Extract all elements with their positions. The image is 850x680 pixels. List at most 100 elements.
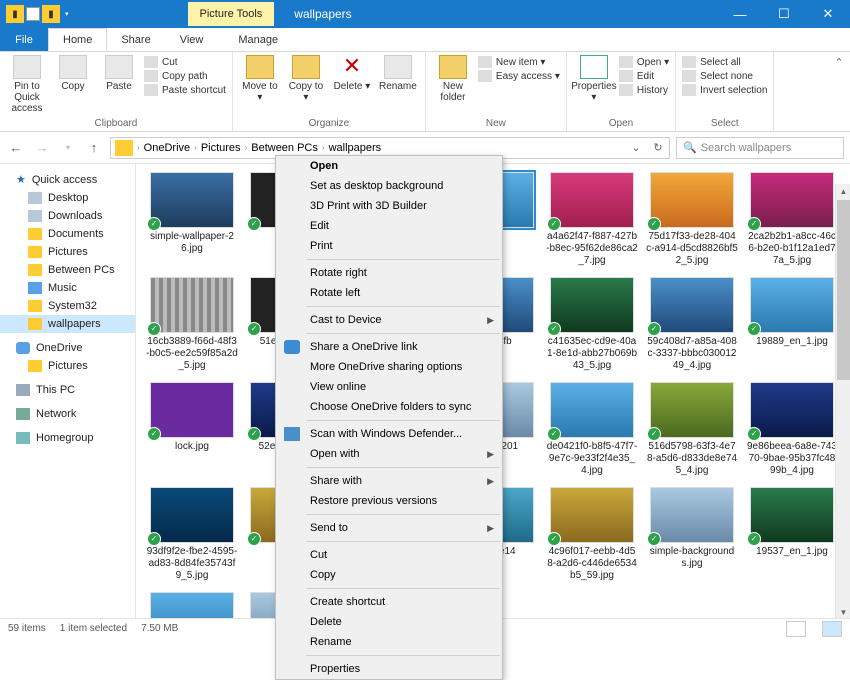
file-item[interactable]: ✓simple-backgrounds.jpg [646, 487, 738, 582]
ctx-set-background[interactable]: Set as desktop background [276, 176, 502, 196]
sidebar-quick-access[interactable]: ★Quick access [0, 170, 135, 189]
new-folder-button[interactable]: New folder [432, 55, 474, 103]
file-item[interactable]: ✓9e86beea-6a8e-74370-9bae-95b37fc4899b_4… [746, 382, 838, 477]
edit-button[interactable]: Edit [619, 69, 669, 83]
crumb-wallpapers[interactable]: wallpapers [325, 142, 386, 154]
file-item[interactable]: ✓16cb3889-f66d-48f3-b0c5-ee2c59f85a2d_5.… [146, 277, 238, 372]
sidebar-homegroup[interactable]: Homegroup [0, 429, 135, 447]
qat-properties-icon[interactable]: ✓ [26, 7, 40, 21]
ctx-open-with[interactable]: Open with▶ [276, 444, 502, 464]
contextual-tab-picture-tools[interactable]: Picture Tools [188, 2, 275, 26]
rename-button[interactable]: Rename [377, 55, 419, 92]
close-button[interactable]: ✕ [806, 0, 850, 28]
file-item[interactable]: ✓simple-wallpaper-26.jpg [146, 172, 238, 267]
file-item[interactable]: ✓19537_en_1.jpg [746, 487, 838, 582]
refresh-button[interactable]: ↻ [647, 141, 669, 154]
qat-dropdown-icon[interactable]: ▾ [62, 10, 72, 18]
ctx-create-shortcut[interactable]: Create shortcut [276, 592, 502, 612]
ctx-share-link[interactable]: Share a OneDrive link [276, 337, 502, 357]
ctx-scan-defender[interactable]: Scan with Windows Defender... [276, 424, 502, 444]
tab-manage[interactable]: Manage [224, 28, 293, 51]
paste-button[interactable]: Paste [98, 55, 140, 92]
file-item[interactable]: ✓c41635ec-cd9e-40a1-8e1d-abb27b069b43_5.… [546, 277, 638, 372]
paste-shortcut-button[interactable]: Paste shortcut [144, 83, 226, 97]
ctx-share-with[interactable]: Share with▶ [276, 471, 502, 491]
sidebar-between-pcs[interactable]: Between PCs [0, 261, 135, 279]
select-none-button[interactable]: Select none [682, 69, 767, 83]
ctx-rotate-left[interactable]: Rotate left [276, 283, 502, 303]
file-item[interactable]: ✓19889_en_1.jpg [746, 277, 838, 372]
tab-view[interactable]: View [166, 28, 219, 51]
file-item[interactable]: ✓59c408d7-a85a-408c-3337-bbbc03001249_4.… [646, 277, 738, 372]
cut-button[interactable]: Cut [144, 55, 226, 69]
file-item[interactable]: ✓4c96f017-eebb-4d58-a2d6-c446de6534b5_59… [546, 487, 638, 582]
properties-button[interactable]: Properties ▾ [573, 55, 615, 103]
file-item[interactable]: ✓de0421f0-b8f5-47f7-9e7c-9e33f2f4e35_4.j… [546, 382, 638, 477]
invert-selection-button[interactable]: Invert selection [682, 83, 767, 97]
view-details-button[interactable] [786, 621, 806, 637]
sidebar-network[interactable]: Network [0, 405, 135, 423]
ctx-choose-folders[interactable]: Choose OneDrive folders to sync [276, 397, 502, 417]
scroll-thumb[interactable] [837, 200, 850, 380]
ctx-open[interactable]: Open [276, 156, 502, 176]
easy-access-button[interactable]: Easy access ▾ [478, 69, 560, 83]
tab-home[interactable]: Home [48, 28, 107, 51]
back-button[interactable]: ← [6, 138, 26, 158]
file-item[interactable]: ✓75d17f33-de28-404c-a914-d5cd8826bf52_5.… [646, 172, 738, 267]
file-item[interactable]: ✓2ca2b2b1-a8cc-46c6-b2e0-b1f12a1ed77a_5.… [746, 172, 838, 267]
ctx-3d-print[interactable]: 3D Print with 3D Builder [276, 196, 502, 216]
sidebar-onedrive[interactable]: OneDrive [0, 339, 135, 357]
select-all-button[interactable]: Select all [682, 55, 767, 69]
sidebar-desktop[interactable]: Desktop [0, 189, 135, 207]
view-thumbnails-button[interactable] [822, 621, 842, 637]
collapse-ribbon-button[interactable]: ⌃ [828, 52, 850, 131]
search-input[interactable]: 🔍 Search wallpapers [676, 137, 844, 159]
ctx-edit[interactable]: Edit [276, 216, 502, 236]
ctx-properties[interactable]: Properties [276, 659, 502, 679]
sidebar-od-pictures[interactable]: Pictures [0, 357, 135, 375]
up-button[interactable]: ↑ [84, 138, 104, 158]
ctx-rotate-right[interactable]: Rotate right [276, 263, 502, 283]
copy-to-button[interactable]: Copy to ▾ [285, 55, 327, 103]
sidebar-this-pc[interactable]: This PC [0, 381, 135, 399]
ctx-cut[interactable]: Cut [276, 545, 502, 565]
minimize-button[interactable]: — [718, 0, 762, 28]
file-item[interactable]: ✓8476bbdd-cda2-4 [146, 592, 238, 618]
move-to-button[interactable]: Move to ▾ [239, 55, 281, 103]
sidebar-system32[interactable]: System32 [0, 297, 135, 315]
tab-share[interactable]: Share [107, 28, 165, 51]
ctx-view-online[interactable]: View online [276, 377, 502, 397]
delete-button[interactable]: ✕Delete ▾ [331, 55, 373, 92]
ctx-copy[interactable]: Copy [276, 565, 502, 585]
history-button[interactable]: History [619, 83, 669, 97]
ctx-send-to[interactable]: Send to▶ [276, 518, 502, 538]
ctx-cast[interactable]: Cast to Device▶ [276, 310, 502, 330]
file-item[interactable]: ✓516d5798-63f3-4e78-a5d6-d833de8e745_4.j… [646, 382, 738, 477]
pin-quick-access-button[interactable]: Pin to Quick access [6, 55, 48, 114]
sidebar-documents[interactable]: Documents [0, 225, 135, 243]
file-item[interactable]: ✓lock.jpg [146, 382, 238, 477]
open-button[interactable]: Open ▾ [619, 55, 669, 69]
address-dropdown-icon[interactable]: ⌄ [625, 141, 647, 154]
tab-file[interactable]: File [0, 28, 48, 51]
new-item-button[interactable]: New item ▾ [478, 55, 560, 69]
sidebar-music[interactable]: Music [0, 279, 135, 297]
qat-folder-icon[interactable]: ▮ [42, 5, 60, 23]
file-item[interactable]: ✓93df9f2e-fbe2-4595-ad83-8d84fe35743f9_5… [146, 487, 238, 582]
maximize-button[interactable]: ☐ [762, 0, 806, 28]
crumb-pictures[interactable]: Pictures [197, 142, 245, 154]
sidebar-wallpapers[interactable]: wallpapers [0, 315, 135, 333]
ctx-delete[interactable]: Delete [276, 612, 502, 632]
ctx-more-sharing[interactable]: More OneDrive sharing options [276, 357, 502, 377]
sidebar-downloads[interactable]: Downloads [0, 207, 135, 225]
copy-button[interactable]: Copy [52, 55, 94, 92]
ctx-restore-versions[interactable]: Restore previous versions [276, 491, 502, 511]
sidebar-pictures[interactable]: Pictures [0, 243, 135, 261]
crumb-between-pcs[interactable]: Between PCs [247, 142, 322, 154]
vertical-scrollbar[interactable]: ▲ ▼ [835, 184, 850, 620]
recent-dropdown[interactable]: ▾ [58, 138, 78, 158]
scroll-up-icon[interactable]: ▲ [836, 184, 850, 199]
folder-icon[interactable]: ▮ [6, 5, 24, 23]
file-item[interactable]: ✓a4a62f47-f887-427b-b8ec-95f62de86ca2_7.… [546, 172, 638, 267]
ctx-rename[interactable]: Rename [276, 632, 502, 652]
